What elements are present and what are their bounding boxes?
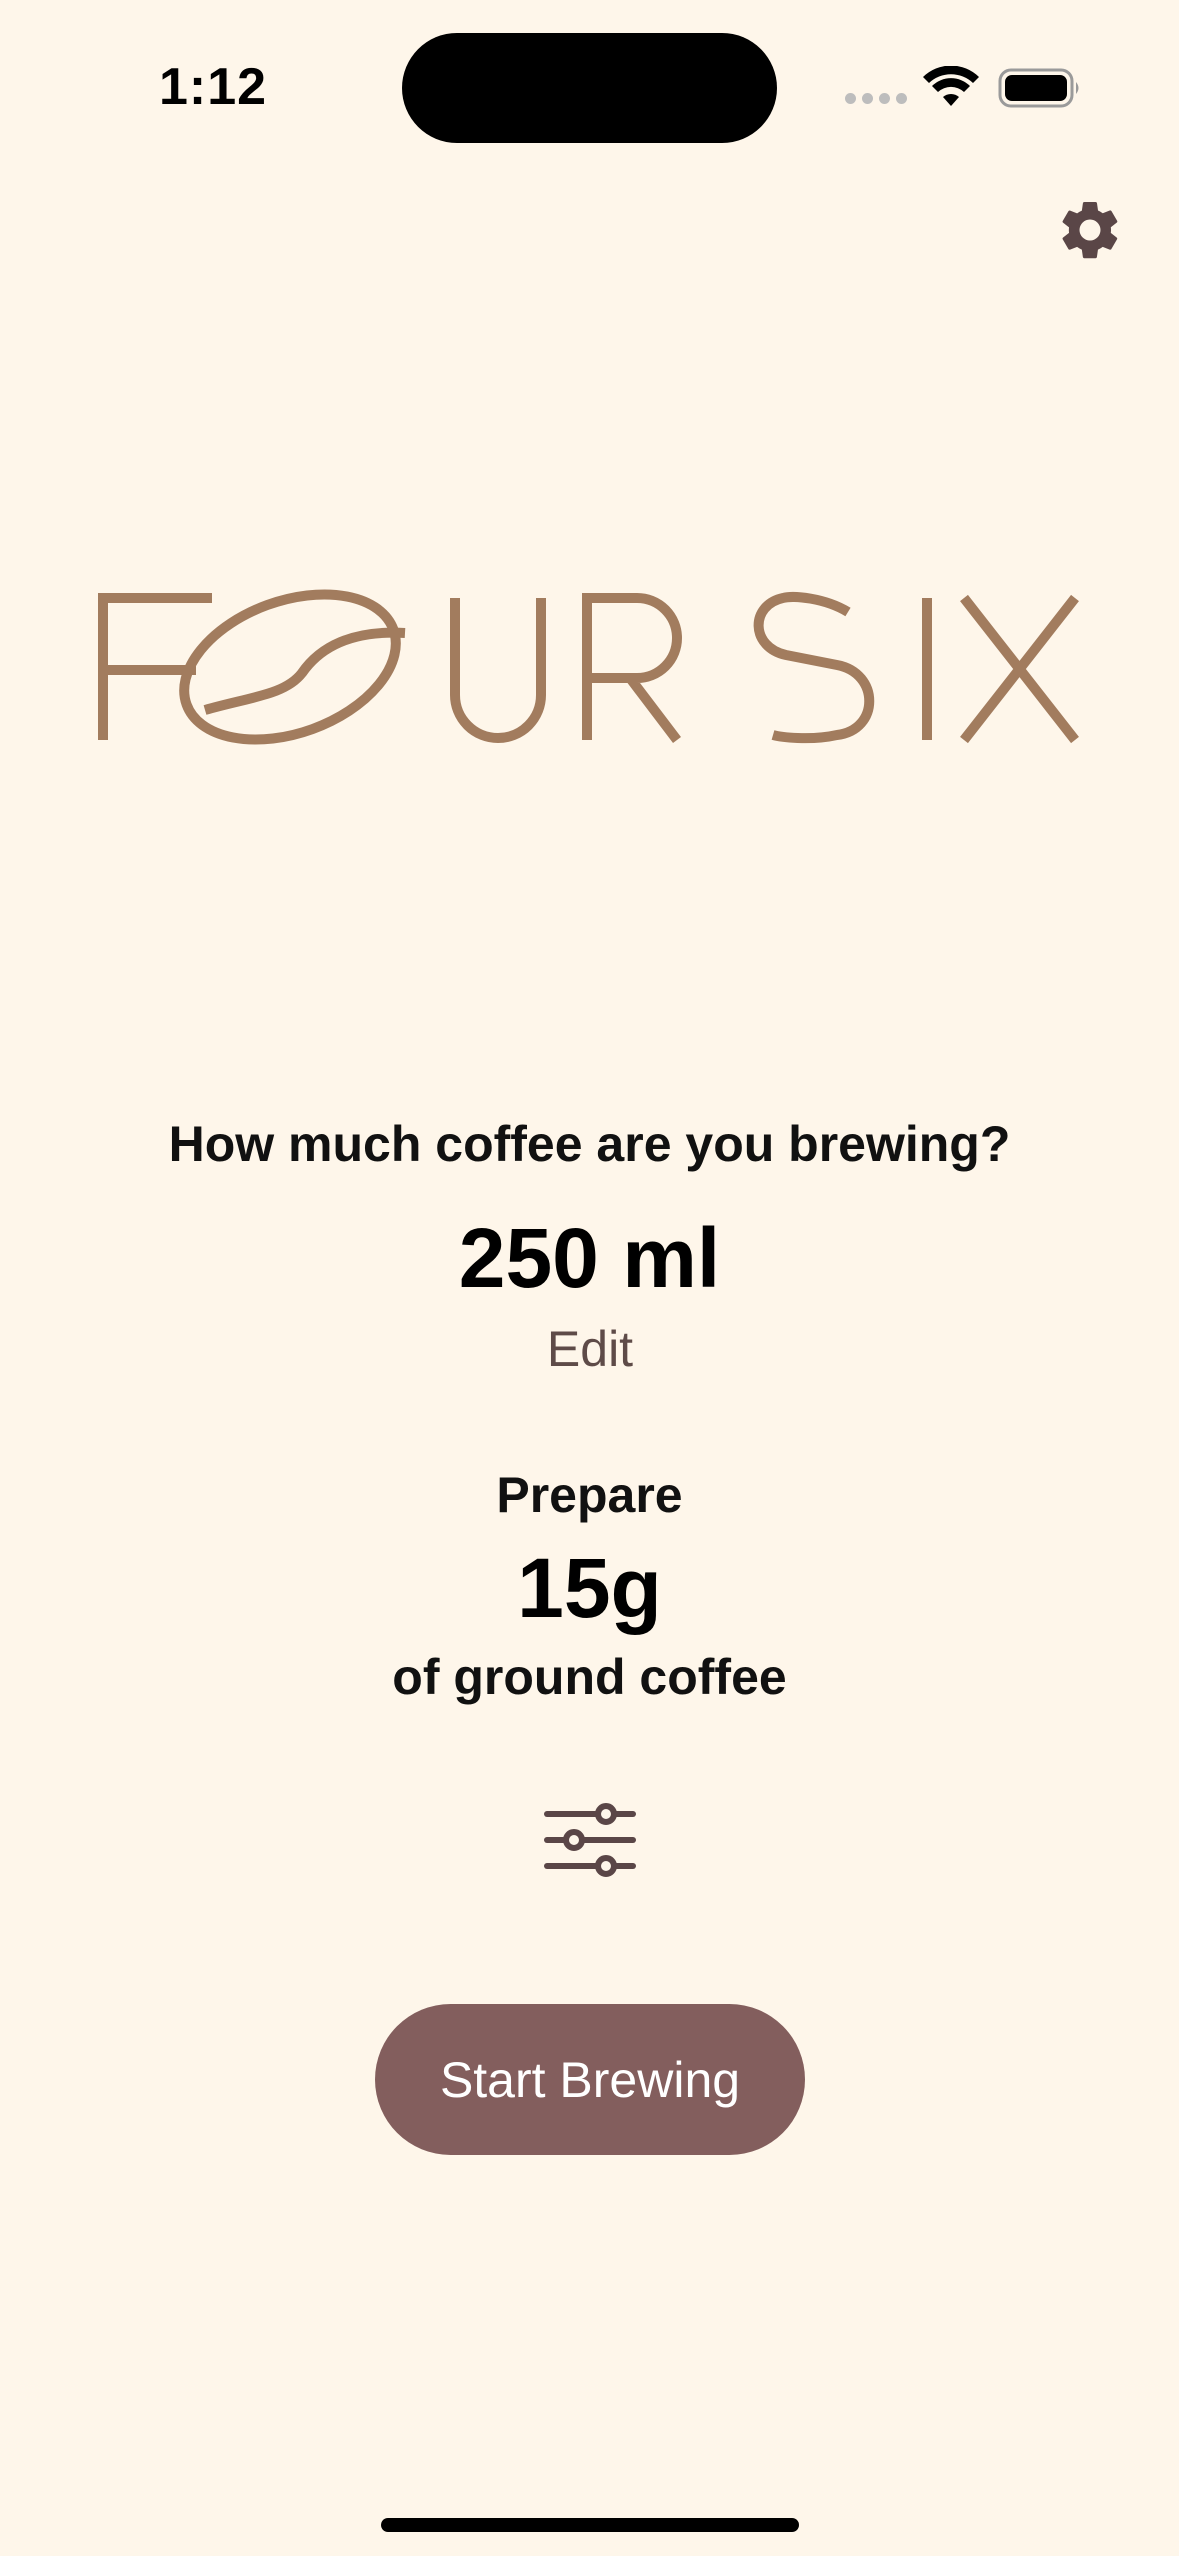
- coffee-grams-value: 15g: [517, 1541, 662, 1635]
- edit-volume-button[interactable]: Edit: [520, 1320, 660, 1378]
- status-time: 1:12: [158, 58, 268, 116]
- logo-wordmark: [98, 589, 1079, 745]
- cellular-signal-icon: [845, 93, 907, 107]
- battery-icon: [998, 68, 1079, 108]
- adjust-settings-button[interactable]: [532, 1795, 648, 1885]
- wifi-icon: [923, 66, 979, 106]
- ground-coffee-label: of ground coffee: [392, 1649, 787, 1705]
- dynamic-island: [402, 33, 777, 143]
- prepare-label: Prepare: [496, 1467, 683, 1523]
- gear-icon: [1062, 201, 1118, 259]
- brew-volume-value: 250 ml: [458, 1211, 721, 1305]
- settings-button[interactable]: [1050, 190, 1130, 270]
- app-logo: [90, 585, 1090, 750]
- start-brewing-button[interactable]: Start Brewing: [375, 2004, 805, 2155]
- brew-volume-question: How much coffee are you brewing?: [168, 1116, 1011, 1172]
- sliders-icon: [544, 1803, 636, 1877]
- home-indicator[interactable]: [381, 2518, 799, 2532]
